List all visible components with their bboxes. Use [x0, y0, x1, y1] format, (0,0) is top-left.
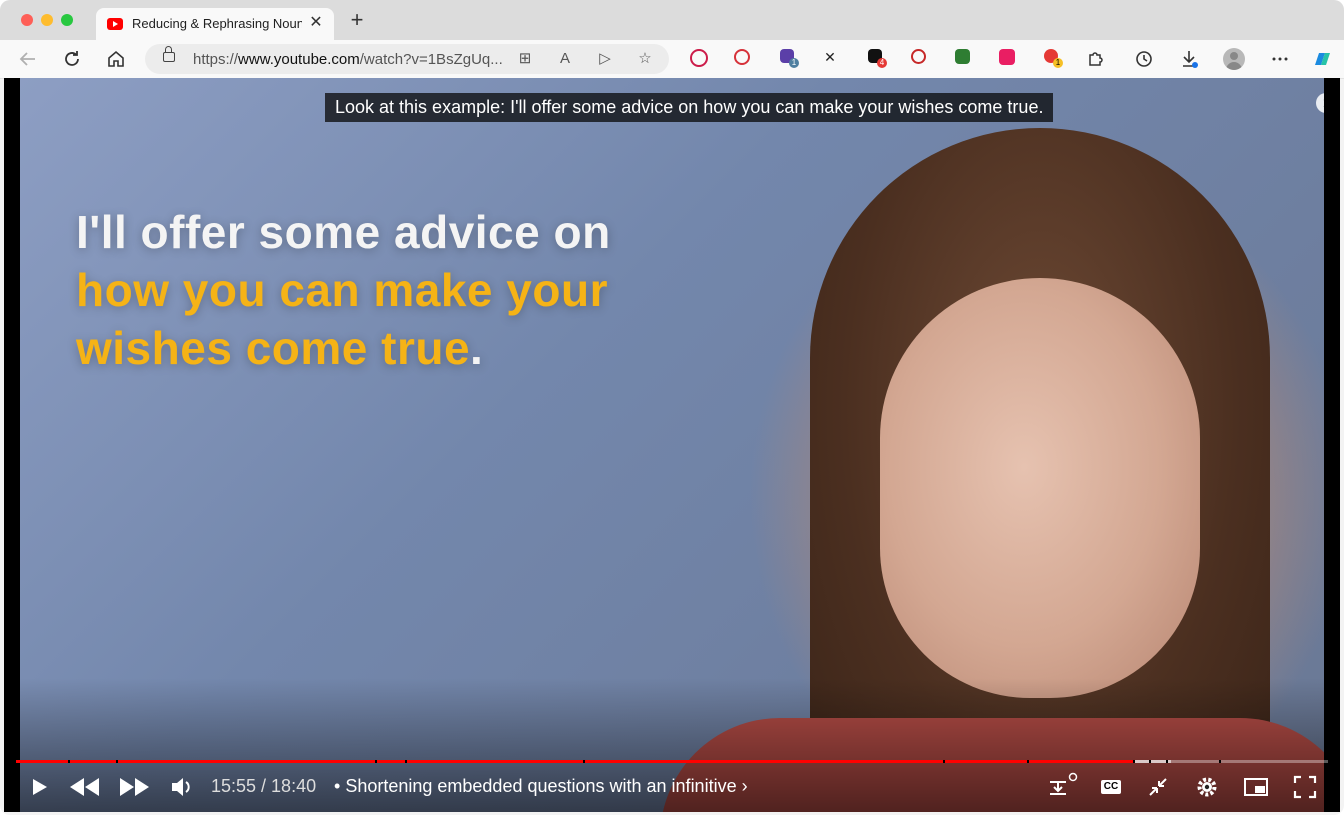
home-button[interactable]: [104, 47, 128, 71]
video-overlay-text: I'll offer some advice on how you can ma…: [76, 203, 611, 377]
app-available-icon[interactable]: ⊞: [513, 47, 537, 71]
exit-fullscreen-small-button[interactable]: [1145, 772, 1171, 802]
youtube-favicon-icon: [107, 18, 123, 30]
extension-badge: 1: [1053, 58, 1063, 68]
read-aloud-icon[interactable]: A: [553, 47, 577, 71]
volume-button[interactable]: [169, 772, 195, 802]
history-icon: [1136, 51, 1152, 67]
puzzle-icon: [1089, 52, 1103, 66]
chapter-marker: [116, 760, 118, 763]
rewind-icon: [70, 778, 99, 796]
chapter-marker: [1166, 760, 1168, 763]
copilot-icon: [1315, 53, 1330, 65]
trello-ext-icon[interactable]: [999, 49, 1015, 65]
favorite-star-icon[interactable]: ☆: [633, 47, 657, 71]
record-ext-icon[interactable]: 1: [1044, 49, 1063, 68]
speaker-face: [880, 278, 1200, 698]
chevron-right-icon: ›: [741, 776, 748, 796]
close-tab-icon[interactable]: ✕: [306, 13, 326, 33]
progress-bar[interactable]: [16, 760, 1328, 763]
subtitle-caption: Look at this example: I'll offer some ad…: [325, 93, 1054, 122]
video-player[interactable]: I'll offer some advice on how you can ma…: [4, 78, 1340, 812]
tab-youtube[interactable]: Reducing & Rephrasing Noun C ✕: [96, 8, 334, 40]
tab-title: Reducing & Rephrasing Noun C: [132, 16, 302, 31]
video-cast-icon[interactable]: ▷: [593, 47, 617, 71]
youtube-ext-icon[interactable]: [690, 49, 708, 67]
new-tab-button[interactable]: +: [345, 9, 369, 33]
screen-record-ext-icon[interactable]: [911, 49, 926, 64]
time-display: 15:55 / 18:40: [211, 776, 317, 796]
chapter-marker: [1149, 760, 1151, 763]
more-menu-button[interactable]: [1268, 47, 1292, 71]
chapter-title: Shortening embedded questions with an in…: [345, 776, 737, 796]
autoplay-settings-button[interactable]: [1046, 772, 1078, 802]
extension-badge: 4: [877, 58, 887, 68]
downloads-button[interactable]: [1177, 47, 1201, 71]
overlay-period: .: [470, 322, 484, 374]
browser-toolbar: https://www.youtube.com/watch?v=1BsZgUq.…: [0, 40, 1344, 79]
play-button[interactable]: [28, 772, 52, 802]
fast-forward-button[interactable]: [118, 772, 152, 802]
minimize-arrows-icon: [1149, 778, 1167, 796]
extension-badge: 1: [789, 58, 799, 68]
chapter-marker: [583, 760, 585, 763]
overlay-line-3: wishes come true: [76, 322, 471, 374]
info-icon[interactable]: i: [1316, 93, 1324, 113]
gear-icon: [1197, 777, 1217, 797]
reload-button[interactable]: [60, 47, 84, 71]
chapter-marker: [1133, 760, 1135, 763]
reload-icon: [65, 51, 79, 66]
fullscreen-icon: [1293, 775, 1317, 799]
more-dots-icon: [1272, 57, 1288, 61]
lock-icon: [163, 46, 175, 62]
chapter-marker: [1219, 760, 1221, 763]
maximize-window-button[interactable]: [61, 14, 73, 26]
overlay-line-1: I'll offer some advice on: [76, 206, 611, 258]
download-icon: [1183, 51, 1198, 68]
fast-forward-icon: [120, 778, 149, 796]
chapter-title-button[interactable]: • Shortening embedded questions with an …: [334, 776, 748, 797]
history-button[interactable]: [1132, 47, 1156, 71]
search-ext-icon[interactable]: [734, 49, 750, 65]
back-arrow-icon: [19, 52, 35, 66]
chapter-marker: [375, 760, 377, 763]
chapter-marker: [1027, 760, 1029, 763]
wand-ext-icon[interactable]: ✕: [822, 49, 838, 65]
address-bar[interactable]: https://www.youtube.com/watch?v=1BsZgUq.…: [145, 44, 669, 74]
settings-button[interactable]: [1194, 772, 1220, 802]
home-icon: [108, 50, 124, 67]
copilot-button[interactable]: [1310, 47, 1334, 71]
profile-avatar[interactable]: [1223, 48, 1245, 70]
miniplayer-icon: [1244, 778, 1268, 796]
play-icon: [33, 779, 47, 795]
puzzle-ext-icon[interactable]: 1: [780, 49, 799, 68]
minimize-window-button[interactable]: [41, 14, 53, 26]
rewind-button[interactable]: [68, 772, 102, 802]
extensions-button[interactable]: [1083, 47, 1107, 71]
chapter-separator: •: [334, 776, 341, 796]
chapter-marker: [405, 760, 407, 763]
overlay-line-2: how you can make your: [76, 264, 608, 316]
browser-window: Reducing & Rephrasing Noun C ✕ + https:/…: [0, 0, 1344, 815]
download-ext-icon[interactable]: [955, 49, 970, 64]
chapter-marker: [68, 760, 70, 763]
download-settings-icon: [1050, 772, 1078, 795]
captions-button[interactable]: CC: [1101, 780, 1121, 794]
chat-ext-icon[interactable]: 4: [868, 49, 887, 68]
progress-played: [16, 760, 1136, 763]
close-window-button[interactable]: [21, 14, 33, 26]
miniplayer-button[interactable]: [1242, 772, 1270, 802]
tab-bar: Reducing & Rephrasing Noun C ✕ +: [0, 0, 1344, 40]
back-button[interactable]: [16, 47, 40, 71]
url-text: https://www.youtube.com/watch?v=1BsZgUq.…: [193, 51, 503, 68]
fullscreen-button[interactable]: [1292, 772, 1318, 802]
volume-icon: [172, 778, 190, 796]
chapter-marker: [943, 760, 945, 763]
